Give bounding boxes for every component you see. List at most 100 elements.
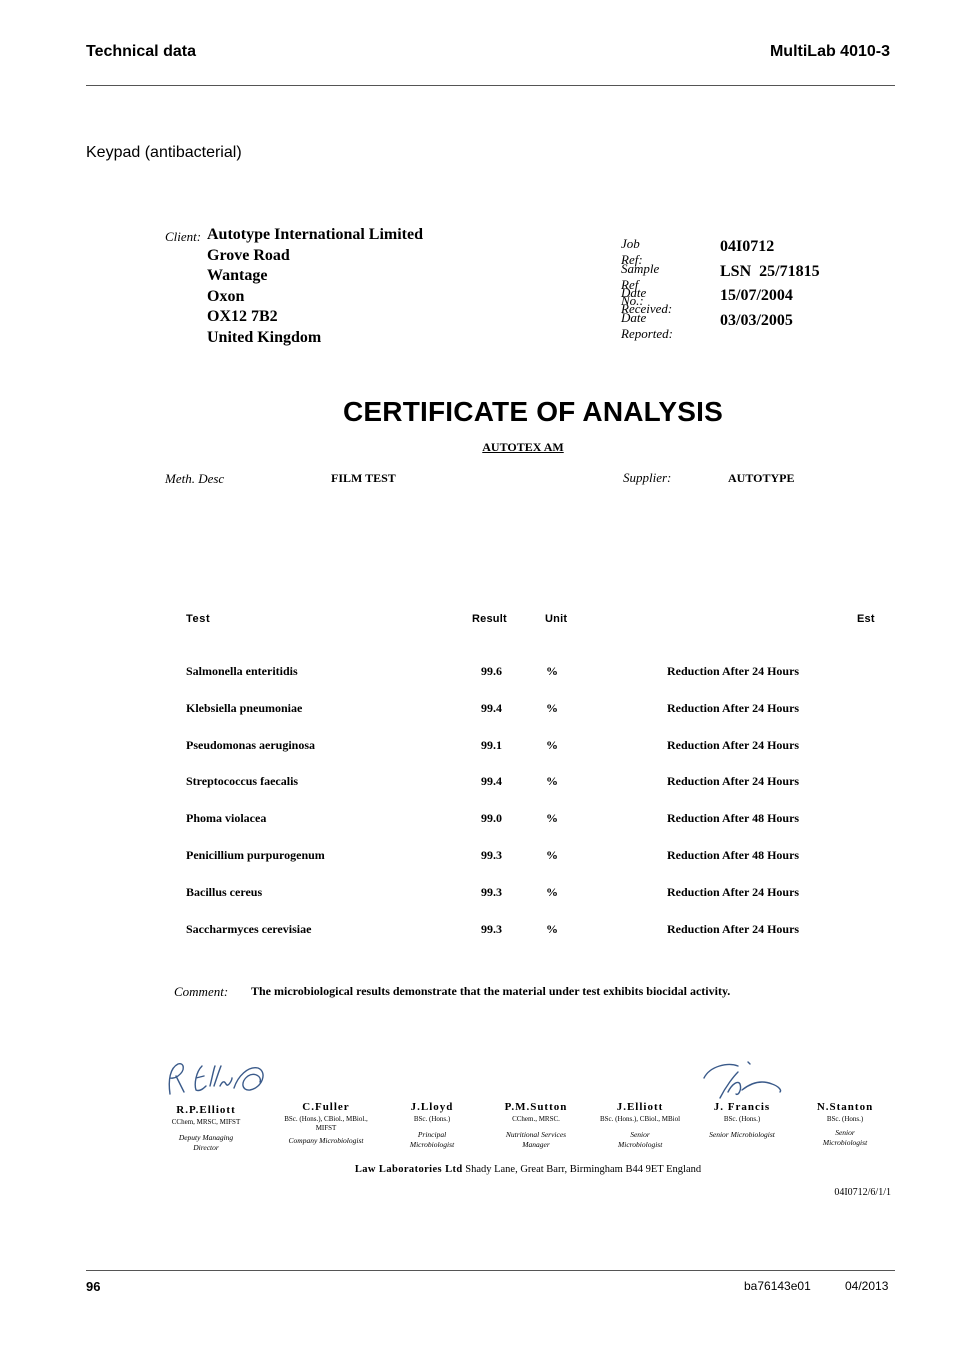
table-row: Saccharmyces cerevisiae 99.3% Reduction Af…	[0, 922, 954, 959]
cell-unit: %	[546, 921, 558, 936]
cell-est: Reduction After 24 Hours	[667, 921, 800, 936]
cell-test: Bacillus cereus	[186, 884, 263, 899]
page-number: 96	[86, 1279, 101, 1294]
client-label: Client:	[165, 229, 202, 244]
signatory-role: Senior Microbiologist	[822, 1128, 868, 1147]
column-header-result: Result	[472, 613, 507, 625]
signatory: C.Fuller BSc. (Hons.), CBiol., MBiol., M…	[272, 1101, 380, 1146]
certificate-title: CERTIFICATE OF ANALYSIS	[342, 396, 724, 427]
client-postcode: OX12 7B2	[207, 308, 278, 325]
ref-value: LSN 25/71815	[720, 262, 820, 280]
client-name: Autotype International Limited	[207, 226, 423, 243]
signatory-qualifications: BSc. (Hons.), CBiol., MBiol	[599, 1115, 681, 1123]
signatory-name: C.Fuller	[302, 1101, 350, 1113]
signatory: R.P.Elliott CChem, MRSC, MIFST Deputy Ma…	[163, 1104, 249, 1153]
signatory-qualifications: CChem., MRSC.	[512, 1115, 560, 1123]
running-header-product: MultiLab 4010-3	[769, 43, 890, 60]
results-rows: Salmonella enteritidis 99.6% Reduction Aft…	[0, 664, 954, 958]
cell-result: 99.3	[481, 921, 502, 936]
comment-label: Comment:	[174, 984, 229, 999]
cell-est: Reduction After 24 Hours	[667, 884, 800, 899]
cell-result: 99.6	[481, 664, 502, 678]
client-address-line: Grove Road	[207, 246, 290, 264]
cell-result: 99.3	[481, 884, 502, 899]
cell-unit: %	[546, 884, 558, 899]
signatory-role: Senior Microbiologist	[709, 1130, 775, 1139]
signatory: P.M.Sutton CChem., MRSC. Nutritional Ser…	[490, 1101, 582, 1150]
signatory: J. Francis BSc. (Hons.) Senior Microbiol…	[692, 1101, 792, 1140]
cell-test: Phoma violacea	[186, 811, 267, 826]
cell-test: Klebsiella pneumoniae	[186, 700, 303, 715]
signatory-role: Company Microbiologist	[288, 1136, 364, 1145]
client-address-line: Oxon	[207, 287, 245, 305]
cell-result: 99.3	[481, 847, 502, 862]
cell-unit: %	[546, 737, 558, 752]
cell-result: 99.0	[481, 811, 502, 826]
ref-value: 15/07/2004	[720, 287, 793, 304]
signatory-name: R.P.Elliott	[176, 1104, 236, 1116]
cell-est: Reduction After 24 Hours	[667, 737, 800, 752]
ref-value: 04I0712	[720, 238, 775, 255]
column-header-unit: Unit	[545, 613, 568, 625]
footer-divider	[86, 1270, 895, 1271]
client-country: United Kingdom	[207, 328, 322, 346]
cell-test: Saccharmyces cerevisiae	[186, 921, 312, 936]
cell-unit: %	[546, 700, 558, 715]
cell-result: 99.1	[481, 737, 502, 752]
header-divider	[86, 85, 895, 86]
table-row: Salmonella enteritidis 99.6% Reduction Aft…	[0, 664, 954, 701]
signatory-role: Senior Microbiologist	[618, 1130, 663, 1149]
signatory-qualifications: BSc. (Hons.), CBiol., MBiol., MIFST	[284, 1115, 368, 1132]
signature-francis-icon	[703, 1061, 782, 1099]
signatory-role: Principal Microbiologist	[409, 1130, 455, 1149]
signatory-qualifications: CChem, MRSC, MIFST	[171, 1118, 241, 1126]
signatory-qualifications: BSc. (Hons.)	[413, 1115, 451, 1123]
cell-test: Salmonella enteritidis	[186, 664, 298, 678]
table-row: Bacillus cereus 99.3% Reduction After 24 H…	[0, 885, 954, 922]
method-value: FILM TEST	[331, 471, 396, 485]
signatory-name: J.Lloyd	[410, 1101, 454, 1113]
cell-est: Reduction After 24 Hours	[667, 664, 800, 678]
signatory: N.Stanton BSc. (Hons.) Senior Microbiolo…	[800, 1101, 890, 1148]
cell-unit: %	[546, 664, 558, 678]
signatory-qualifications: BSc. (Hons.)	[723, 1115, 761, 1123]
cell-est: Reduction After 48 Hours	[667, 847, 800, 862]
column-header-est: Est	[857, 613, 875, 625]
method-label: Meth. Desc	[165, 471, 225, 486]
product-name: AUTOTEX AM	[482, 440, 564, 454]
signatory-qualifications: BSc. (Hons.)	[826, 1115, 864, 1123]
signature-elliott-icon	[168, 1063, 264, 1095]
table-row: Klebsiella pneumoniae 99.4% Reduction Afte…	[0, 701, 954, 738]
cell-unit: %	[546, 774, 558, 789]
ref-value: 03/03/2005	[720, 311, 793, 329]
cell-unit: %	[546, 811, 558, 826]
cell-result: 99.4	[481, 774, 502, 789]
table-row: Phoma violacea 99.0% Reduction After 48 Ho…	[0, 811, 954, 848]
signatory: J.Elliott BSc. (Hons.), CBiol., MBiol Se…	[588, 1101, 692, 1150]
ref-label: Date Reported:	[621, 309, 673, 341]
cell-est: Reduction After 24 Hours	[667, 774, 800, 789]
laboratory-name: Law Laboratories Ltd	[354, 1164, 463, 1175]
signatory-name: N.Stanton	[816, 1101, 874, 1113]
document-reference: 04I0712/6/1/1	[834, 1187, 891, 1198]
table-row: Penicillium purpurogenum 99.3% Reduction A…	[0, 848, 954, 885]
supplier-label: Supplier:	[623, 470, 672, 485]
signatory-name: P.M.Sutton	[504, 1101, 568, 1113]
cell-unit: %	[546, 847, 558, 862]
client-address-line: Wantage	[207, 267, 268, 284]
table-row: Streptococcus faecalis 99.4% Reduction Aft…	[0, 774, 954, 811]
client-address: Autotype International Limited Grove Roa…	[207, 225, 423, 348]
cell-test: Penicillium purpurogenum	[186, 847, 325, 862]
laboratory-address: Law Laboratories Ltd Shady Lane, Great B…	[0, 1164, 954, 1175]
signatory-role: Nutritional Services Manager	[505, 1130, 567, 1149]
table-row: Pseudomonas aeruginosa 99.1% Reduction Aft…	[0, 738, 954, 775]
running-header-section: Technical data	[86, 43, 196, 60]
laboratory-street: Shady Lane, Great Barr, Birmingham B44 9…	[465, 1164, 702, 1175]
cell-est: Reduction After 48 Hours	[667, 811, 800, 826]
column-header-test: Test	[186, 613, 211, 625]
signatory-name: J. Francis	[713, 1101, 771, 1113]
cell-est: Reduction After 24 Hours	[667, 700, 800, 715]
supplier-value: AUTOTYPE	[728, 471, 795, 485]
signatory-name: J.Elliott	[616, 1101, 664, 1113]
cell-result: 99.4	[481, 700, 502, 715]
